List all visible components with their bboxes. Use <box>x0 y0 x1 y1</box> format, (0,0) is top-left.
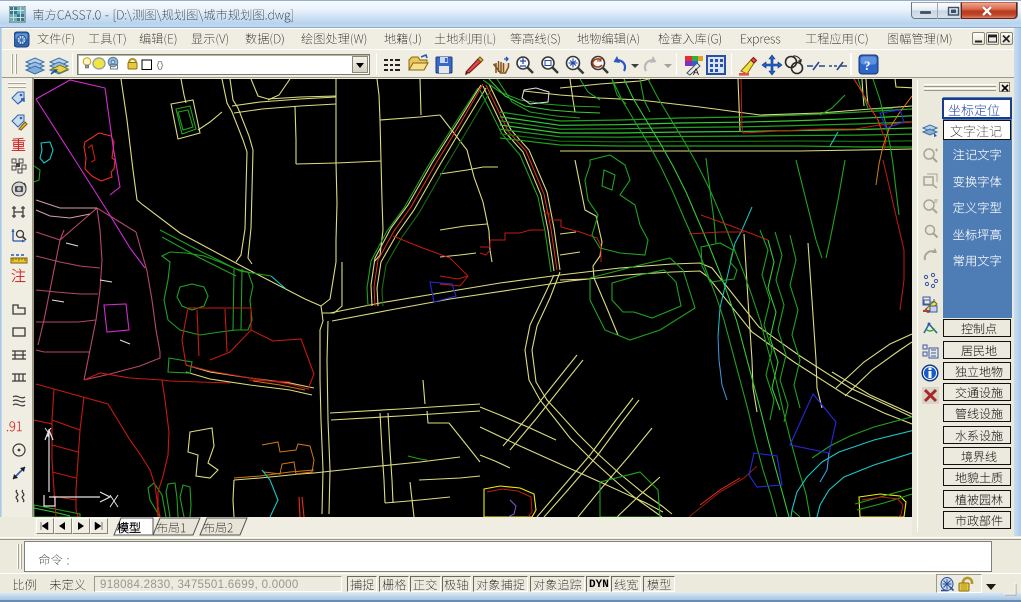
svg-text:?: ? <box>864 58 871 73</box>
svg-text:A: A <box>693 67 699 76</box>
